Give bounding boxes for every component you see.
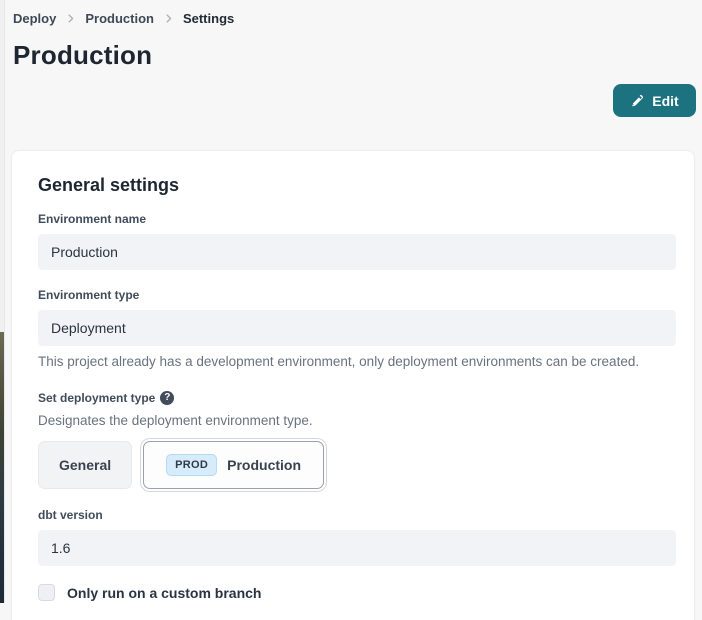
- deployment-type-option-production[interactable]: PROD Production: [143, 441, 324, 489]
- general-option-label: General: [59, 457, 111, 473]
- page-title: Production: [5, 26, 702, 71]
- production-option-label: Production: [227, 457, 301, 473]
- environment-name-input[interactable]: [38, 234, 676, 270]
- deployment-type-label: Set deployment type ?: [38, 391, 670, 405]
- environment-type-label: Environment type: [38, 288, 670, 302]
- dbt-version-label: dbt version: [38, 508, 670, 522]
- deployment-type-option-general[interactable]: General: [38, 441, 132, 489]
- custom-branch-row: Only run on a custom branch: [38, 584, 670, 601]
- settings-page: Deploy Production Settings Production Ed…: [5, 0, 702, 603]
- deployment-type-options: General PROD Production: [38, 441, 670, 489]
- deployment-type-helper: Designates the deployment environment ty…: [38, 413, 670, 428]
- breadcrumb: Deploy Production Settings: [5, 0, 702, 26]
- deployment-type-label-text: Set deployment type: [38, 391, 155, 405]
- help-question-icon[interactable]: ?: [160, 391, 174, 405]
- card-heading: General settings: [38, 175, 670, 196]
- environment-type-helper: This project already has a development e…: [38, 354, 670, 369]
- custom-branch-label: Only run on a custom branch: [67, 585, 261, 601]
- prod-badge: PROD: [166, 454, 217, 476]
- custom-branch-checkbox[interactable]: [38, 584, 55, 601]
- breadcrumb-item-deploy[interactable]: Deploy: [13, 11, 56, 26]
- environment-name-label: Environment name: [38, 212, 670, 226]
- pencil-icon: [630, 94, 644, 108]
- breadcrumb-item-settings: Settings: [183, 11, 234, 26]
- general-settings-card: General settings Environment name Enviro…: [11, 150, 695, 620]
- dbt-version-input[interactable]: [38, 530, 676, 566]
- chevron-right-icon: [163, 13, 174, 24]
- edit-button[interactable]: Edit: [613, 84, 696, 117]
- chevron-right-icon: [65, 13, 76, 24]
- edit-button-label: Edit: [652, 93, 678, 109]
- environment-type-input[interactable]: [38, 310, 676, 346]
- breadcrumb-item-production[interactable]: Production: [85, 11, 154, 26]
